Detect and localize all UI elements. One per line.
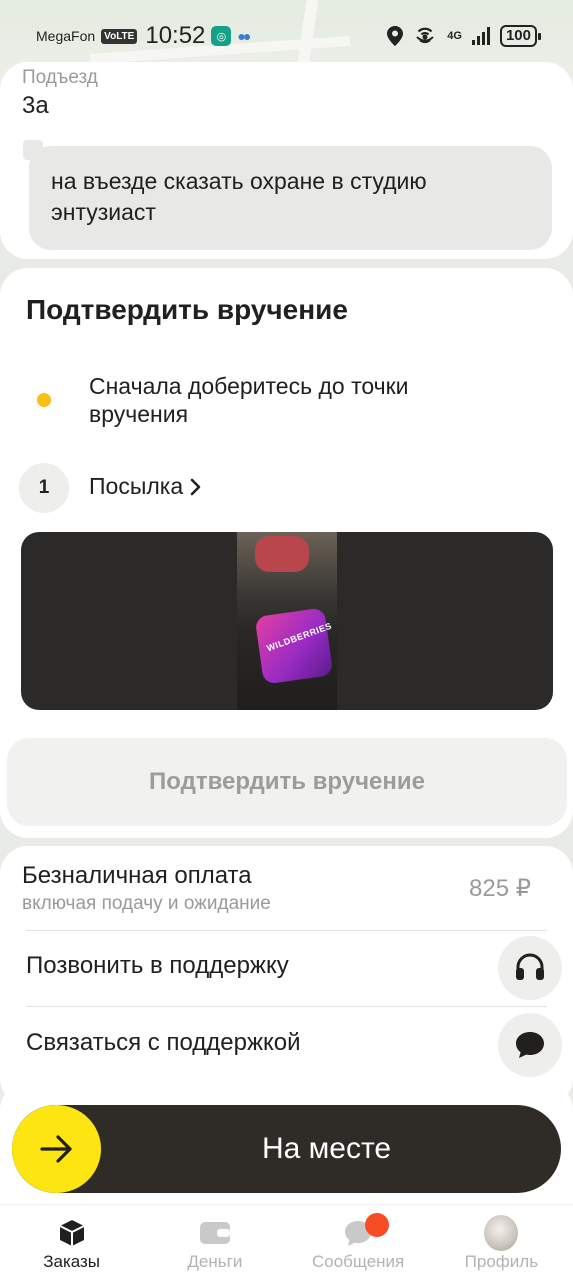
tab-messages-label: Сообщения [311,1252,405,1271]
call-support-row[interactable]: Позвонить в поддержку [0,930,573,1006]
avatar [484,1215,519,1251]
app-notification-icon: ◎ [211,26,232,46]
slider-knob[interactable] [12,1105,101,1193]
parcel-count-badge: 1 [19,463,69,513]
action-area: На месте [0,1082,573,1206]
chevron-right-icon [190,478,201,495]
wallet-icon [199,1222,230,1244]
parcel-link[interactable]: Посылка [89,473,201,500]
unread-badge [364,1213,389,1237]
clock: 10:52 [145,22,206,49]
parcel-photo[interactable]: WILDBERRIES [237,532,337,710]
hotspot-icon [416,27,435,44]
chat-support-row[interactable]: Связаться с поддержкой [0,1007,573,1083]
payment-support-card: Безналичная оплата включая подачу и ожид… [0,846,573,1106]
tab-orders-label: Заказы [43,1252,101,1271]
tab-profile-label: Профиль [464,1252,539,1271]
confirm-delivery-card: Подтвердить вручение Сначала доберитесь … [0,268,573,838]
package-icon [59,1220,85,1246]
status-dot [37,393,51,407]
confirm-title: Подтвердить вручение [26,294,348,325]
tab-money[interactable]: Деньги [143,1205,286,1280]
tab-messages[interactable]: Сообщения [287,1205,430,1280]
volte-badge: VoLTE [101,28,138,44]
slider-label: На месте [261,1132,392,1165]
location-icon [387,26,404,46]
parcel-photo-viewer[interactable]: WILDBERRIES [21,532,553,710]
confirm-delivery-button[interactable]: Подтвердить вручение [7,738,567,826]
battery-indicator: 100 [499,25,542,47]
payment-amount: 825 ₽ [469,875,531,902]
photo-headrest [255,536,309,572]
entrance-value: 3а [22,92,49,119]
carrier-name: MegaFon [36,28,96,44]
call-support-button[interactable] [498,936,562,1000]
call-support-label: Позвонить в поддержку [26,952,289,979]
chat-support-button[interactable] [498,1013,562,1077]
payment-method: Безналичная оплата [22,862,252,889]
arrow-right-icon [39,1135,72,1163]
chat-bubble-icon [516,1032,544,1058]
payment-note: включая подачу и ожидание [22,893,271,914]
entrance-label: Подъезд [22,67,98,88]
chat-support-label: Связаться с поддержкой [26,1029,301,1056]
network-type: 4G [447,30,462,42]
tab-orders[interactable]: Заказы [0,1205,143,1280]
parcel-label: Посылка [89,473,184,499]
delivery-comment: на въезде сказать охране в студию энтузи… [23,140,552,250]
tab-money-label: Деньги [187,1252,243,1271]
tab-profile[interactable]: Профиль [430,1205,573,1280]
bottom-tab-bar: Заказы Деньги Сообщения Профиль [0,1204,573,1280]
app-dots-icon: ●● [237,28,251,44]
arrived-slider[interactable]: На месте [12,1105,561,1193]
signal-icon [471,27,490,45]
address-card: Подъезд 3а на въезде сказать охране в ст… [0,62,573,259]
status-text: Сначала доберитесь до точки вручения [89,373,409,427]
headset-icon [516,953,544,980]
